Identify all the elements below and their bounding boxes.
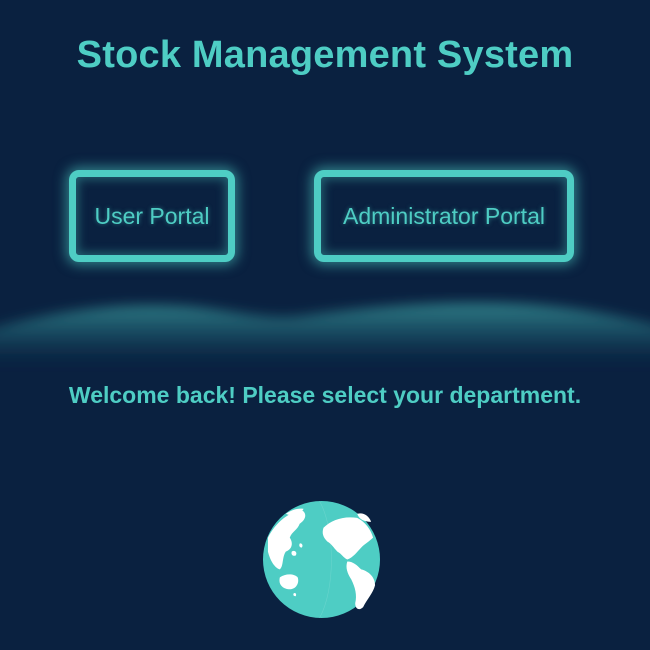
welcome-message: Welcome back! Please select your departm… xyxy=(68,382,582,408)
globe-icon xyxy=(262,500,381,619)
glow-wave-decoration xyxy=(0,302,650,372)
user-portal-button[interactable]: User Portal xyxy=(69,170,235,262)
administrator-portal-button[interactable]: Administrator Portal xyxy=(314,170,574,262)
login-page: Stock Management System User Portal Admi… xyxy=(0,0,650,650)
page-title: Stock Management System xyxy=(76,34,574,76)
